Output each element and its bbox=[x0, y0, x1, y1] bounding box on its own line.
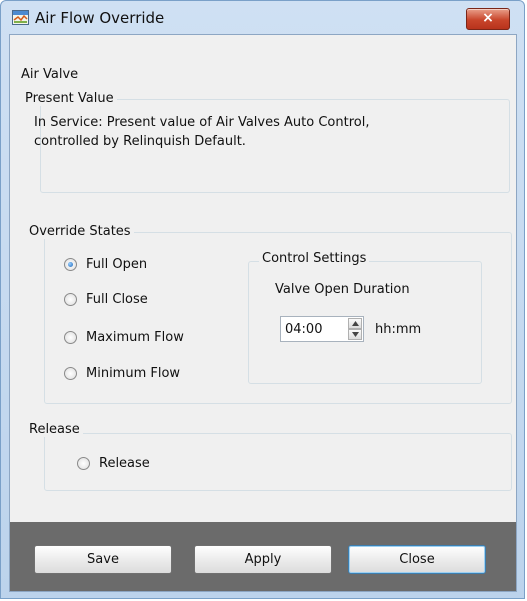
release-legend: Release bbox=[26, 422, 83, 437]
radio-label: Maximum Flow bbox=[86, 330, 184, 345]
valve-open-duration-input[interactable]: 04:00 bbox=[280, 316, 364, 342]
close-icon: × bbox=[482, 10, 494, 26]
apply-button[interactable]: Apply bbox=[194, 545, 332, 574]
radio-label: Minimum Flow bbox=[86, 366, 181, 381]
chevron-down-icon bbox=[352, 332, 359, 337]
present-value-legend: Present Value bbox=[22, 91, 117, 106]
present-value-text-line1: In Service: Present value of Air Valves … bbox=[34, 115, 370, 130]
radio-label: Release bbox=[99, 456, 150, 471]
radio-label: Full Open bbox=[86, 257, 148, 272]
dialog-window: Air Flow Override × Air Valve Present Va… bbox=[0, 0, 525, 599]
radio-button[interactable] bbox=[64, 293, 77, 306]
app-icon bbox=[12, 10, 29, 25]
spin-down-button[interactable] bbox=[348, 329, 362, 340]
chevron-up-icon bbox=[352, 321, 359, 326]
radio-label: Full Close bbox=[86, 292, 148, 307]
save-button[interactable]: Save bbox=[34, 545, 172, 574]
present-value-text-line2: controlled by Relinquish Default. bbox=[34, 134, 246, 149]
radio-button[interactable] bbox=[64, 258, 77, 271]
spin-up-button[interactable] bbox=[348, 318, 362, 329]
window-close-button[interactable]: × bbox=[466, 8, 510, 30]
duration-unit-label: hh:mm bbox=[375, 322, 422, 337]
valve-open-duration-value[interactable]: 04:00 bbox=[285, 322, 322, 337]
title-bar[interactable]: Air Flow Override × bbox=[1, 1, 524, 35]
radio-button[interactable] bbox=[64, 331, 77, 344]
control-settings-legend: Control Settings bbox=[259, 251, 370, 266]
close-button[interactable]: Close bbox=[348, 545, 486, 574]
radio-button[interactable] bbox=[64, 367, 77, 380]
section-title: Air Valve bbox=[21, 67, 79, 82]
radio-button[interactable] bbox=[77, 457, 90, 470]
spin-buttons bbox=[348, 318, 362, 340]
override-states-legend: Override States bbox=[26, 224, 134, 239]
valve-open-duration-label: Valve Open Duration bbox=[275, 282, 410, 297]
window-title: Air Flow Override bbox=[35, 9, 165, 27]
dialog-body: Air Valve Present Value In Service: Pres… bbox=[9, 34, 517, 592]
